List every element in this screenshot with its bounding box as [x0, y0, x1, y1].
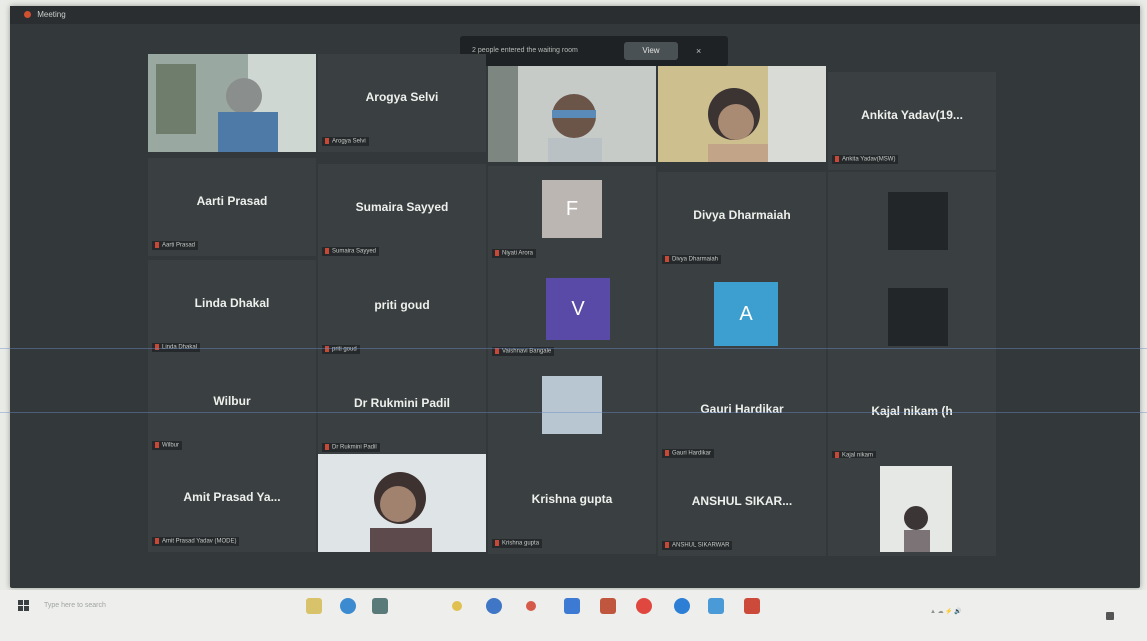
video-feed [828, 458, 996, 556]
participant-display-name: Aarti Prasad [196, 194, 268, 208]
participant-tile[interactable] [148, 54, 316, 152]
avatar: A [714, 282, 778, 346]
muted-mic-icon [835, 156, 839, 163]
participant-name-label: Ankita Yadav(MSW) [832, 155, 899, 164]
participant-name-label: Divya Dharmaiah [662, 255, 722, 264]
participant-tile[interactable]: Gauri Hardikar Gauri Hardikar [658, 366, 826, 464]
avatar [888, 288, 948, 346]
system-tray[interactable]: ▲ ☁ ⚡ 🔊 [930, 608, 962, 615]
participant-name-label: ANSHUL SIKARWAR [662, 541, 733, 550]
participant-display-name: Amit Prasad Ya... [183, 490, 281, 504]
participant-tile[interactable]: Amit Prasad Ya... Amit Prasad Yadav (MOD… [148, 454, 316, 552]
avatar [888, 192, 948, 250]
participant-name-label: Krishna gupta [492, 539, 543, 548]
taskbar-search-input[interactable]: Type here to search [44, 596, 254, 616]
participant-tile[interactable]: F Niyati Arora [488, 166, 656, 264]
participant-tile[interactable]: Kajal nikam (h Kajal nikam [828, 368, 996, 466]
participant-tile[interactable] [318, 454, 486, 552]
scan-artifact [0, 412, 1147, 413]
weather-icon[interactable] [452, 601, 462, 611]
muted-mic-icon [495, 348, 499, 355]
app-icon [24, 11, 31, 19]
photos-icon[interactable] [600, 598, 616, 614]
participant-display-name: ANSHUL SIKAR... [691, 494, 793, 508]
edge-icon[interactable] [340, 598, 356, 614]
participant-tile[interactable]: Aarti Prasad Aarti Prasad [148, 158, 316, 256]
participant-display-name: Sumaira Sayyed [355, 200, 449, 214]
participant-tile[interactable]: Wilbur Wilbur [148, 358, 316, 456]
participant-tile[interactable]: Krishna gupta Krishna gupta [488, 456, 656, 554]
participant-tile[interactable] [488, 66, 656, 162]
video-feed [318, 454, 486, 552]
participant-tile[interactable]: Dr Rukmini Padil Dr Rukmini Padil [318, 360, 486, 458]
muted-mic-icon [495, 250, 499, 257]
powerpoint-icon[interactable] [744, 598, 760, 614]
muted-mic-icon [665, 542, 669, 549]
participant-display-name: Kajal nikam (h [871, 404, 953, 418]
muted-mic-icon [155, 442, 159, 449]
participant-display-name: priti goud [374, 298, 430, 312]
participant-tile[interactable]: Divya Dharmaiah Divya Dharmaiah [658, 172, 826, 270]
avatar: F [542, 180, 602, 238]
muted-mic-icon [325, 444, 329, 451]
participant-tile[interactable]: Linda Dhakal Linda Dhakal [148, 260, 316, 358]
participant-display-name: Wilbur [213, 394, 251, 408]
windows-start-icon[interactable] [18, 600, 30, 612]
participant-tile[interactable]: A [658, 268, 826, 366]
participant-display-name: Krishna gupta [531, 492, 613, 506]
avatar [542, 376, 602, 434]
muted-mic-icon [155, 538, 159, 545]
participant-tile[interactable] [488, 362, 656, 460]
window-title: Meeting [37, 10, 66, 19]
participant-display-name: Arogya Selvi [365, 90, 439, 104]
muted-mic-icon [495, 540, 499, 547]
muted-mic-icon [665, 450, 669, 457]
participant-display-name: Gauri Hardikar [700, 402, 784, 416]
participant-tile[interactable] [658, 66, 826, 162]
participant-tile[interactable] [828, 458, 996, 556]
participant-tile[interactable]: Arogya Selvi Arogya Selvi [318, 54, 486, 152]
zoom-icon[interactable] [674, 598, 690, 614]
participant-tile[interactable] [828, 172, 996, 270]
participant-name-label: Sumaira Sayyed [322, 247, 380, 256]
store-icon[interactable] [372, 598, 388, 614]
settings-icon[interactable] [708, 598, 724, 614]
participant-tile[interactable]: Ankita Yadav(19... Ankita Yadav(MSW) [828, 72, 996, 170]
participant-tile[interactable]: ANSHUL SIKAR... ANSHUL SIKARWAR [658, 458, 826, 556]
video-feed [148, 54, 316, 152]
chrome-icon[interactable] [486, 598, 502, 614]
title-bar: Meeting [10, 6, 1140, 24]
participant-display-name: Divya Dharmaiah [693, 208, 791, 222]
video-feed [488, 66, 656, 162]
participant-name-label: Niyati Arora [492, 249, 537, 258]
participant-tile[interactable] [828, 270, 996, 368]
participant-name-label: Gauri Hardikar [662, 449, 715, 458]
teams-icon[interactable] [564, 598, 580, 614]
mail-icon[interactable] [526, 601, 536, 611]
participant-name-label: Aarti Prasad [152, 241, 199, 250]
notification-icon[interactable] [1106, 612, 1114, 620]
participant-name-label: Arogya Selvi [322, 137, 369, 146]
muted-mic-icon [155, 242, 159, 249]
participant-name-label: Amit Prasad Yadav (MODE) [152, 537, 240, 546]
avatar: V [546, 278, 610, 340]
muted-mic-icon [665, 256, 669, 263]
scan-artifact [0, 348, 1147, 349]
participant-display-name: Ankita Yadav(19... [861, 108, 963, 122]
participant-name-label: Wilbur [152, 441, 183, 450]
video-feed [658, 66, 826, 162]
taskbar: Type here to search ▲ ☁ ⚡ 🔊 [0, 590, 1147, 641]
participant-display-name: Dr Rukmini Padil [353, 396, 451, 410]
file-explorer-icon[interactable] [306, 598, 322, 614]
participant-tile[interactable]: priti goud priti goud [318, 262, 486, 360]
participant-display-name: Linda Dhakal [194, 296, 270, 310]
participant-name-label: Dr Rukmini Padil [322, 443, 380, 452]
muted-mic-icon [325, 138, 329, 145]
participant-tile[interactable]: Sumaira Sayyed Sumaira Sayyed [318, 164, 486, 262]
muted-mic-icon [325, 248, 329, 255]
participant-gallery: Arogya Selvi Arogya Selvi Ankita Yadav(1… [148, 54, 996, 564]
opera-icon[interactable] [636, 598, 652, 614]
participant-name-label: priti goud [322, 345, 360, 354]
